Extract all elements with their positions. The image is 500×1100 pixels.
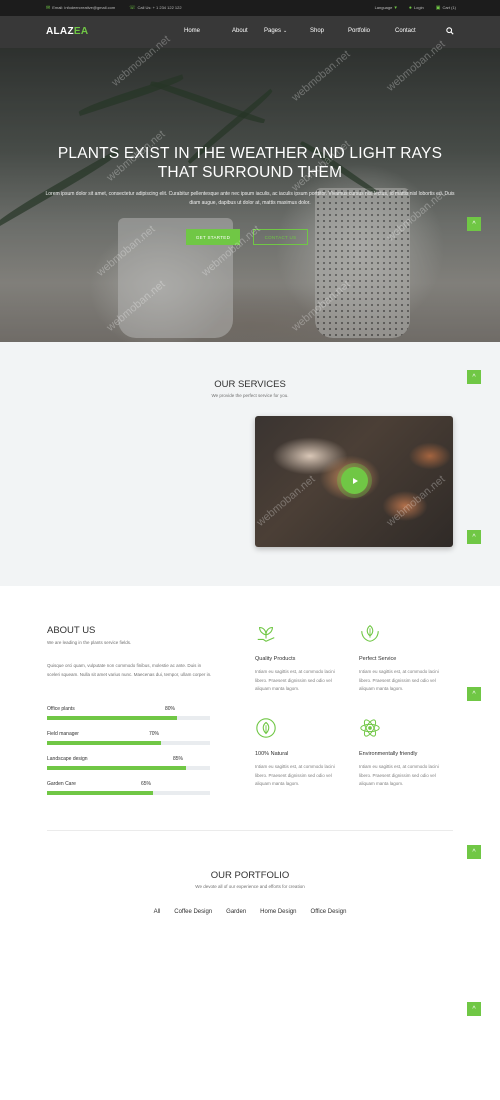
feature-title: Quality Products [255, 656, 296, 662]
feature-title: Environmentally friendly [359, 751, 418, 757]
contact-us-button[interactable]: CONTACT US [253, 229, 308, 245]
topbar-email-text: Email: infodeercreative@gmail.com [52, 5, 116, 10]
site-logo[interactable]: ALAZEA [46, 26, 88, 37]
filter-coffee-design[interactable]: Coffee Design [174, 909, 212, 915]
back-to-top-button[interactable]: ^ [467, 1002, 481, 1016]
skill-name: Office plants [47, 706, 75, 712]
nav-pages[interactable]: Pages ⌄ [264, 28, 310, 34]
nav-contact[interactable]: Contact [395, 28, 416, 34]
about-subtitle: We are leading in the plants service fie… [47, 640, 132, 645]
leaf-hands-icon [361, 624, 379, 642]
hero-title: PLANTS EXIST IN THE WEATHER AND LIGHT RA… [57, 145, 443, 181]
nav-portfolio[interactable]: Portfolio [348, 28, 395, 34]
filter-garden[interactable]: Garden [226, 909, 246, 915]
topbar-phone-text: Call Us: + 1 234 122 122 [137, 5, 182, 10]
play-video-button[interactable] [341, 467, 368, 494]
nav-pages-label: Pages [264, 28, 282, 34]
skill-percent: 65% [141, 781, 152, 787]
portfolio-title: OUR PORTFOLIO [210, 870, 290, 881]
back-to-top-button[interactable]: ^ [467, 845, 481, 859]
filter-office-design[interactable]: Office Design [311, 909, 347, 915]
filter-all[interactable]: All [154, 909, 161, 915]
nav-home[interactable]: Home [184, 28, 232, 34]
about-description: Quisque orci quam, vulputate non commodo… [47, 663, 212, 677]
skill-progress-track [47, 791, 210, 795]
nav-menu: Home About Pages ⌄ Shop Portfolio Contact [184, 28, 416, 34]
chevron-down-icon: ▾ [394, 4, 397, 11]
cart-link[interactable]: ▣ Cart (1) [436, 5, 456, 10]
logo-accent: EA [73, 26, 89, 37]
main-navbar: ALAZEA Home About Pages ⌄ Shop Portfolio … [0, 16, 500, 48]
skill-progress-track [47, 766, 210, 770]
skill-progress-fill [47, 791, 153, 795]
skill-field-manager: Field manager 70% [47, 731, 210, 747]
feature-title: 100% Natural [255, 751, 289, 757]
feature-title: Perfect Service [359, 656, 397, 662]
skill-percent: 85% [173, 756, 184, 762]
logo-prefix: ALAZ [46, 26, 74, 37]
back-to-top-button[interactable]: ^ [467, 217, 481, 231]
back-to-top-button[interactable]: ^ [467, 370, 481, 384]
feature-text: Intiam eu sagittis est, at commodo lacin… [359, 669, 439, 691]
language-label: Language [374, 5, 393, 10]
get-started-button[interactable]: GET STARTED [186, 229, 240, 245]
skill-progress-fill [47, 716, 178, 720]
language-selector[interactable]: Language ▾ [375, 5, 397, 10]
cart-icon: ▣ [435, 4, 441, 11]
skill-name: Landscape design [47, 756, 88, 762]
portfolio-subtitle: We devote all of our experience and effo… [195, 884, 305, 889]
nav-about[interactable]: About [232, 28, 264, 34]
search-icon[interactable] [446, 27, 454, 35]
topbar-email[interactable]: ✉ Email: infodeercreative@gmail.com [46, 5, 115, 10]
back-to-top-button[interactable]: ^ [467, 530, 481, 544]
plant-hand-icon [257, 626, 275, 642]
login-link[interactable]: ● Login [409, 5, 424, 10]
skill-progress-fill [47, 741, 162, 745]
portfolio-filters: All Coffee Design Garden Home Design Off… [0, 909, 500, 915]
services-subtitle: We provide the perfect service for you. [211, 393, 289, 398]
skill-name: Field manager [47, 731, 79, 737]
skill-garden-care: Garden Care 65% [47, 781, 210, 797]
services-title: OUR SERVICES [214, 379, 286, 390]
skill-landscape-design: Landscape design 85% [47, 756, 210, 772]
natural-leaf-icon [256, 718, 276, 738]
hero-description: Lorem ipsum dolor sit amet, consectetur … [45, 191, 455, 206]
play-icon [352, 477, 358, 484]
cart-label: Cart (1) [442, 5, 456, 10]
skill-progress-fill [47, 766, 186, 770]
login-label: Login [413, 5, 424, 10]
skill-percent: 70% [149, 731, 160, 737]
filter-home-design[interactable]: Home Design [260, 909, 296, 915]
feature-text: Intiam eu sagittis est, at commodo lacin… [255, 669, 335, 691]
topbar-phone[interactable]: ☏ Call Us: + 1 234 122 122 [129, 5, 181, 10]
skill-office-plants: Office plants 80% [47, 706, 210, 722]
chevron-down-icon: ⌄ [283, 28, 288, 34]
user-icon: ● [408, 4, 412, 11]
nav-shop[interactable]: Shop [310, 28, 348, 34]
envelope-icon: ✉ [46, 4, 51, 11]
phone-icon: ☏ [129, 4, 136, 11]
section-divider [47, 830, 453, 831]
skill-progress-track [47, 741, 210, 745]
back-to-top-button[interactable]: ^ [467, 687, 481, 701]
skill-progress-track [47, 716, 210, 720]
skill-name: Garden Care [47, 781, 76, 787]
feature-text: Intiam eu sagittis est, at commodo lacin… [255, 764, 335, 786]
top-bar: ✉ Email: infodeercreative@gmail.com ☏ Ca… [0, 0, 500, 16]
feature-text: Intiam eu sagittis est, at commodo lacin… [359, 764, 439, 786]
about-title: ABOUT US [47, 625, 96, 636]
skill-percent: 80% [165, 706, 176, 712]
eco-atom-icon [360, 719, 380, 737]
